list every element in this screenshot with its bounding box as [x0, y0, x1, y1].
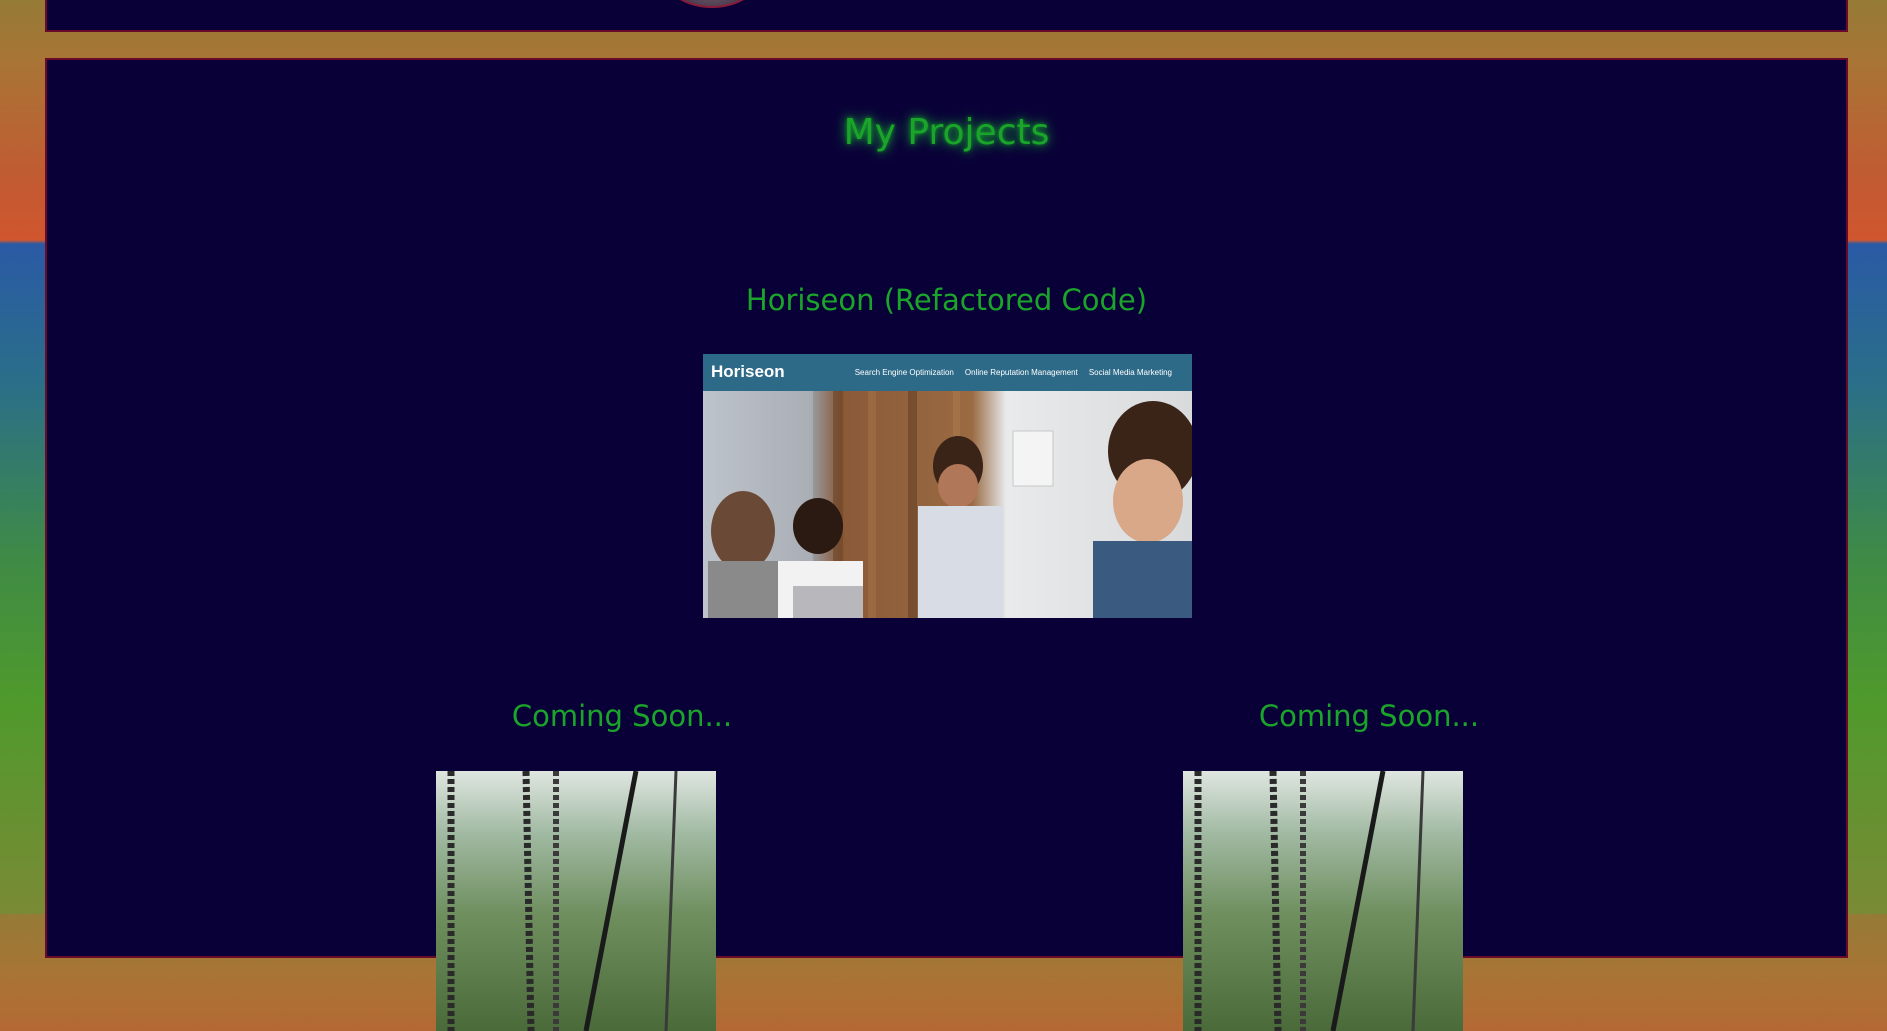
team-meeting-photo	[703, 391, 1192, 618]
page-title: My Projects	[843, 112, 1050, 153]
profile-avatar	[662, 0, 762, 8]
upcoming-project-title[interactable]: Coming Soon...	[477, 699, 767, 733]
horiseon-nav-links: Search Engine Optimization Online Reputa…	[855, 368, 1172, 377]
featured-project-screenshot[interactable]: Horiseon Search Engine Optimization Onli…	[703, 354, 1192, 618]
horiseon-nav-link: Social Media Marketing	[1088, 368, 1172, 377]
header-panel	[45, 0, 1848, 32]
horiseon-nav-link: Online Reputation Management	[964, 368, 1078, 377]
swing-photo	[436, 771, 716, 1031]
upcoming-project-image[interactable]	[1183, 771, 1463, 1031]
projects-section: My Projects Horiseon (Refactored Code) H…	[45, 58, 1848, 1031]
horiseon-logo: Horiseon	[711, 362, 785, 381]
upcoming-project-title[interactable]: Coming Soon...	[1224, 699, 1514, 733]
featured-project-title[interactable]: Horiseon (Refactored Code)	[47, 283, 1846, 317]
horiseon-nav-link: Search Engine Optimization	[854, 368, 954, 377]
horiseon-nav-bar: Horiseon Search Engine Optimization Onli…	[703, 354, 1192, 391]
swing-photo	[1183, 771, 1463, 1031]
upcoming-project-image[interactable]	[436, 771, 716, 1031]
